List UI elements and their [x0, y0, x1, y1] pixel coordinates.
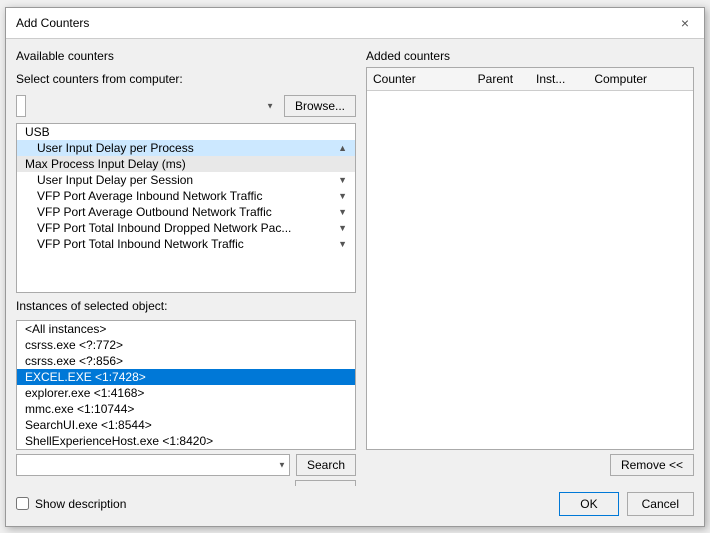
instances-list[interactable]: <All instances> csrss.exe <?:772> csrss.…: [16, 320, 356, 450]
chevron-down-icon: ▼: [338, 223, 347, 233]
list-item[interactable]: ShellExperienceHost.exe <1:8420>: [17, 433, 355, 449]
ok-button[interactable]: OK: [559, 492, 618, 516]
search-input[interactable]: [16, 454, 290, 476]
col-header-inst: Inst...: [530, 70, 588, 88]
list-item[interactable]: VFP Port Average Outbound Network Traffi…: [17, 204, 355, 220]
table-header: Counter Parent Inst... Computer: [367, 68, 693, 91]
col-header-computer: Computer: [588, 70, 693, 88]
list-item[interactable]: VFP Port Average Inbound Network Traffic…: [17, 188, 355, 204]
list-item[interactable]: csrss.exe <?:856>: [17, 353, 355, 369]
footer-buttons: OK Cancel: [559, 492, 694, 516]
list-item[interactable]: <All instances>: [17, 321, 355, 337]
dialog-title: Add Counters: [16, 16, 89, 30]
col-header-parent: Parent: [472, 70, 530, 88]
col-header-counter: Counter: [367, 70, 472, 88]
add-counters-dialog: Add Counters × Available counters Select…: [5, 7, 705, 527]
added-table-body: [367, 91, 693, 449]
list-item[interactable]: mmc.exe <1:10744>: [17, 401, 355, 417]
instances-label: Instances of selected object:: [16, 299, 356, 313]
dialog-footer: Show description OK Cancel: [6, 486, 704, 526]
show-description-label: Show description: [35, 497, 126, 511]
list-item[interactable]: VFP Port Total Inbound Network Traffic ▼: [17, 236, 355, 252]
instances-section: Instances of selected object: <All insta…: [16, 299, 356, 486]
added-counters-label: Added counters: [366, 49, 694, 63]
list-item[interactable]: csrss.exe <?:772>: [17, 337, 355, 353]
chevron-up-icon: ▲: [338, 143, 347, 153]
chevron-down-icon: ▼: [338, 175, 347, 185]
chevron-down-icon: ▼: [338, 239, 347, 249]
dialog-body: Available counters Select counters from …: [6, 39, 704, 486]
list-item[interactable]: SearchUI.exe <1:8544>: [17, 417, 355, 433]
select-computer-label: Select counters from computer:: [16, 72, 356, 86]
left-panel: Available counters Select counters from …: [16, 49, 356, 476]
computer-select[interactable]: [16, 95, 26, 117]
title-bar: Add Counters ×: [6, 8, 704, 39]
close-button[interactable]: ×: [676, 14, 694, 32]
right-panel: Added counters Counter Parent Inst... Co…: [366, 49, 694, 476]
show-description-row: Show description: [16, 497, 126, 511]
computer-select-wrapper: [16, 95, 278, 117]
search-button[interactable]: Search: [296, 454, 356, 476]
list-item[interactable]: USB: [17, 124, 355, 140]
search-row: Search: [16, 454, 356, 476]
search-select-wrapper: [16, 454, 290, 476]
browse-button[interactable]: Browse...: [284, 95, 356, 117]
list-item[interactable]: VFP Port Total Inbound Dropped Network P…: [17, 220, 355, 236]
show-description-checkbox[interactable]: [16, 497, 29, 510]
computer-row: Browse...: [16, 95, 356, 117]
available-counters-label: Available counters: [16, 49, 356, 63]
added-counters-box: Counter Parent Inst... Computer: [366, 67, 694, 450]
remove-row: Remove <<: [366, 450, 694, 476]
chevron-down-icon: ▼: [338, 191, 347, 201]
remove-button[interactable]: Remove <<: [610, 454, 694, 476]
chevron-down-icon: ▼: [338, 207, 347, 217]
list-item[interactable]: Max Process Input Delay (ms): [17, 156, 355, 172]
list-item[interactable]: User Input Delay per Session ▼: [17, 172, 355, 188]
list-item-selected[interactable]: EXCEL.EXE <1:7428>: [17, 369, 355, 385]
list-item[interactable]: User Input Delay per Process ▲: [17, 140, 355, 156]
cancel-button[interactable]: Cancel: [627, 492, 694, 516]
list-item[interactable]: explorer.exe <1:4168>: [17, 385, 355, 401]
counters-list[interactable]: USB User Input Delay per Process ▲ Max P…: [16, 123, 356, 293]
